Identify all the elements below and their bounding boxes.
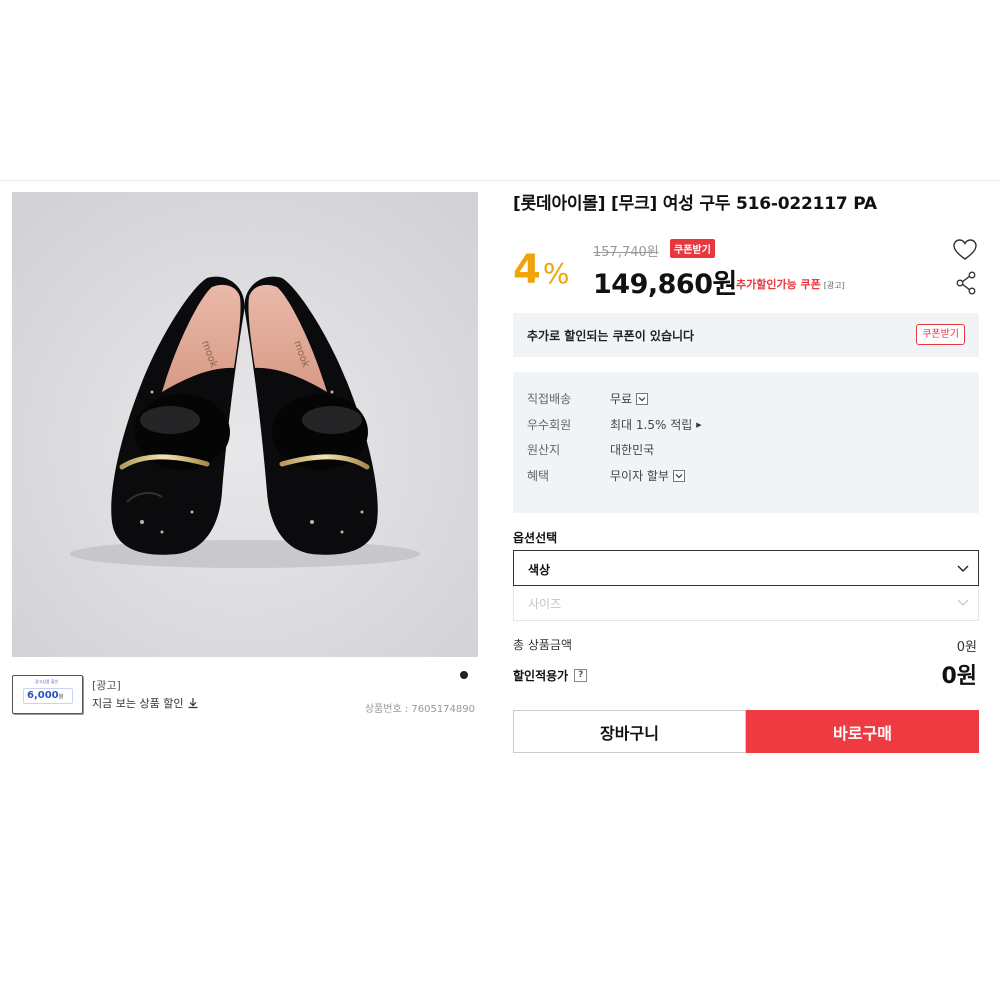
chevron-down-icon (957, 565, 969, 572)
size-select[interactable]: 사이즈 (513, 586, 979, 621)
product-number-value: 7605174890 (411, 704, 475, 715)
share-icon[interactable] (955, 271, 977, 295)
info-row-origin: 원산지 대한민국 (527, 441, 654, 458)
info-value-text: 무이자 할부 (610, 469, 670, 483)
coupon-banner: 추가로 할인되는 쿠폰이 있습니다 쿠폰받기 (513, 313, 979, 357)
info-value: 무료 (610, 390, 649, 407)
info-row-benefit: 혜택 무이자 할부 (527, 467, 686, 484)
final-price-value: 0원 (941, 664, 977, 689)
add-to-cart-button[interactable]: 장바구니 (513, 710, 746, 753)
info-value[interactable]: 최대 1.5% 적립 ▶ (610, 416, 702, 433)
extra-coupon-ad-tag: [광고] (823, 281, 845, 290)
coupon-download-button[interactable]: 쿠폰받기 (916, 324, 965, 345)
info-key: 혜택 (527, 469, 550, 483)
header-divider (0, 180, 1000, 181)
chevron-down-icon[interactable] (673, 469, 686, 482)
info-key: 원산지 (527, 443, 561, 457)
ad-tag: [광고] (92, 679, 121, 692)
info-value: 무이자 할부 (610, 467, 686, 484)
option-section-title: 옵션선택 (513, 531, 558, 545)
chevron-down-icon[interactable] (636, 392, 649, 405)
info-value-text: 최대 1.5% 적립 (610, 418, 693, 432)
info-value-text: 무료 (610, 392, 633, 406)
chevron-down-icon (957, 599, 969, 606)
buy-now-button[interactable]: 바로구매 (746, 710, 979, 753)
product-number-label: 상품번호 : (364, 704, 412, 715)
coupon-banner-text: 추가로 할인되는 쿠폰이 있습니다 (527, 329, 695, 343)
color-select-label: 색상 (528, 563, 551, 577)
ad-thumb-amount: 6,000원 (23, 688, 73, 704)
info-row-delivery: 직접배송 무료 (527, 390, 649, 407)
shoes-photo: mook mook (12, 192, 478, 657)
download-icon (188, 698, 198, 709)
triangle-right-icon: ▶ (696, 420, 702, 429)
extra-coupon-link[interactable]: 추가할인가능 쿠폰 [광고] (736, 276, 845, 292)
product-number: 상품번호 : 7605174890 (365, 700, 475, 715)
discount-symbol: % (542, 257, 570, 290)
ad-thumb-amount-unit: 원 (58, 694, 64, 700)
help-icon[interactable]: ? (574, 669, 588, 682)
info-row-member: 우수회원 최대 1.5% 적립 ▶ (527, 416, 702, 433)
ad-link-text: 지금 보는 상품 할인 (92, 697, 184, 710)
info-key: 우수회원 (527, 418, 572, 432)
discount-number: 4 (513, 247, 541, 293)
final-price-label-text: 할인적용가 (513, 669, 569, 683)
discount-rate: 4% (513, 250, 569, 290)
sale-price: 149,860원 (593, 269, 737, 300)
size-select-label: 사이즈 (528, 597, 562, 611)
info-value-text: 대한민국 (610, 443, 655, 457)
ad-thumb-mini-text: 광고상품 할인 (35, 679, 59, 684)
heart-icon[interactable] (952, 238, 978, 262)
product-title: [롯데아이몰] [무크] 여성 구두 516-022117 PA (513, 194, 877, 214)
ad-thumb-amount-value: 6,000 (27, 690, 59, 701)
total-price-label: 총 상품금액 (513, 638, 573, 652)
product-image[interactable]: mook mook (12, 192, 478, 657)
color-select[interactable]: 색상 (513, 550, 979, 586)
coupon-badge-button[interactable]: 쿠폰받기 (670, 239, 715, 258)
image-pager-dot[interactable] (460, 671, 468, 679)
original-price: 157,740원 (593, 245, 659, 260)
extra-coupon-text: 추가할인가능 쿠폰 (736, 278, 821, 291)
final-price-label: 할인적용가 ? (513, 667, 588, 684)
delivery-info-panel: 직접배송 무료 우수회원 최대 1.5% 적립 ▶ 원산지 대한민국 혜택 무이… (513, 372, 979, 513)
info-value: 대한민국 (610, 441, 654, 458)
ad-link[interactable]: 지금 보는 상품 할인 (92, 695, 199, 711)
total-price-value: 0원 (956, 640, 977, 655)
info-key: 직접배송 (527, 392, 572, 406)
ad-thumbnail[interactable]: 광고상품 할인 6,000원 (12, 675, 83, 714)
